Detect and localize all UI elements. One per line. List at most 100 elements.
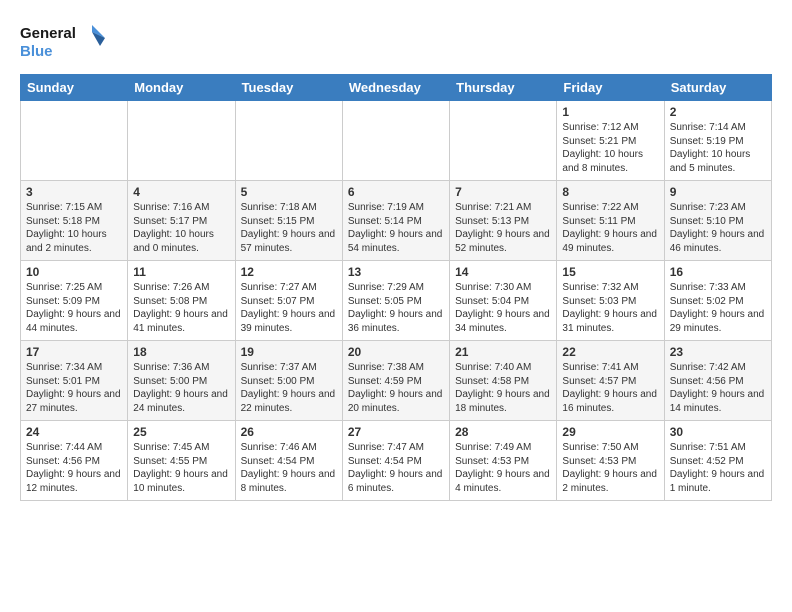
calendar-week-4: 17 Sunrise: 7:34 AM Sunset: 5:01 PM Dayli… xyxy=(21,341,772,421)
day-number: 25 xyxy=(133,425,229,439)
calendar-cell: 21 Sunrise: 7:40 AM Sunset: 4:58 PM Dayli… xyxy=(450,341,557,421)
day-info: Sunrise: 7:36 AM Sunset: 5:00 PM Dayligh… xyxy=(133,361,229,415)
calendar-cell: 11 Sunrise: 7:26 AM Sunset: 5:08 PM Dayli… xyxy=(128,261,235,341)
calendar-cell: 27 Sunrise: 7:47 AM Sunset: 4:54 PM Dayli… xyxy=(342,421,449,501)
day-info: Sunrise: 7:18 AM Sunset: 5:15 PM Dayligh… xyxy=(241,201,337,255)
day-number: 3 xyxy=(26,185,122,199)
weekday-header-thursday: Thursday xyxy=(450,75,557,101)
day-number: 16 xyxy=(670,265,766,279)
day-number: 6 xyxy=(348,185,444,199)
day-number: 8 xyxy=(562,185,658,199)
weekday-header-friday: Friday xyxy=(557,75,664,101)
calendar-cell: 8 Sunrise: 7:22 AM Sunset: 5:11 PM Daylig… xyxy=(557,181,664,261)
weekday-header-row: SundayMondayTuesdayWednesdayThursdayFrid… xyxy=(21,75,772,101)
day-number: 15 xyxy=(562,265,658,279)
day-info: Sunrise: 7:14 AM Sunset: 5:19 PM Dayligh… xyxy=(670,121,766,175)
day-number: 9 xyxy=(670,185,766,199)
day-number: 19 xyxy=(241,345,337,359)
calendar-cell: 9 Sunrise: 7:23 AM Sunset: 5:10 PM Daylig… xyxy=(664,181,771,261)
svg-text:Blue: Blue xyxy=(20,43,53,60)
calendar-cell: 1 Sunrise: 7:12 AM Sunset: 5:21 PM Daylig… xyxy=(557,101,664,181)
day-info: Sunrise: 7:49 AM Sunset: 4:53 PM Dayligh… xyxy=(455,441,551,495)
weekday-header-sunday: Sunday xyxy=(21,75,128,101)
day-number: 21 xyxy=(455,345,551,359)
calendar-cell xyxy=(235,101,342,181)
day-info: Sunrise: 7:25 AM Sunset: 5:09 PM Dayligh… xyxy=(26,281,122,335)
day-info: Sunrise: 7:42 AM Sunset: 4:56 PM Dayligh… xyxy=(670,361,766,415)
calendar-cell: 4 Sunrise: 7:16 AM Sunset: 5:17 PM Daylig… xyxy=(128,181,235,261)
day-info: Sunrise: 7:27 AM Sunset: 5:07 PM Dayligh… xyxy=(241,281,337,335)
day-info: Sunrise: 7:33 AM Sunset: 5:02 PM Dayligh… xyxy=(670,281,766,335)
day-info: Sunrise: 7:34 AM Sunset: 5:01 PM Dayligh… xyxy=(26,361,122,415)
calendar-cell: 23 Sunrise: 7:42 AM Sunset: 4:56 PM Dayli… xyxy=(664,341,771,421)
calendar-cell: 13Sunrise: 7:29 AM Sunset: 5:05 PM Dayli… xyxy=(342,261,449,341)
calendar-cell: 26Sunrise: 7:46 AM Sunset: 4:54 PM Dayli… xyxy=(235,421,342,501)
calendar-week-3: 10 Sunrise: 7:25 AM Sunset: 5:09 PM Dayli… xyxy=(21,261,772,341)
day-info: Sunrise: 7:44 AM Sunset: 4:56 PM Dayligh… xyxy=(26,441,122,495)
day-info: Sunrise: 7:41 AM Sunset: 4:57 PM Dayligh… xyxy=(562,361,658,415)
day-info: Sunrise: 7:45 AM Sunset: 4:55 PM Dayligh… xyxy=(133,441,229,495)
day-info: Sunrise: 7:26 AM Sunset: 5:08 PM Dayligh… xyxy=(133,281,229,335)
day-info: Sunrise: 7:38 AM Sunset: 4:59 PM Dayligh… xyxy=(348,361,444,415)
weekday-header-saturday: Saturday xyxy=(664,75,771,101)
day-number: 23 xyxy=(670,345,766,359)
day-info: Sunrise: 7:22 AM Sunset: 5:11 PM Dayligh… xyxy=(562,201,658,255)
day-number: 22 xyxy=(562,345,658,359)
day-info: Sunrise: 7:51 AM Sunset: 4:52 PM Dayligh… xyxy=(670,441,766,495)
header: GeneralBlue xyxy=(20,20,772,64)
logo: GeneralBlue xyxy=(20,20,110,64)
page: GeneralBlue SundayMondayTuesdayWednesday… xyxy=(0,0,792,511)
calendar-cell: 22 Sunrise: 7:41 AM Sunset: 4:57 PM Dayli… xyxy=(557,341,664,421)
day-info: Sunrise: 7:16 AM Sunset: 5:17 PM Dayligh… xyxy=(133,201,229,255)
logo-svg: GeneralBlue xyxy=(20,20,110,64)
calendar-cell: 6 Sunrise: 7:19 AM Sunset: 5:14 PM Daylig… xyxy=(342,181,449,261)
day-number: 11 xyxy=(133,265,229,279)
calendar-cell: 5 Sunrise: 7:18 AM Sunset: 5:15 PM Daylig… xyxy=(235,181,342,261)
day-number: 14 xyxy=(455,265,551,279)
day-number: 7 xyxy=(455,185,551,199)
calendar-cell: 16 Sunrise: 7:33 AM Sunset: 5:02 PM Dayli… xyxy=(664,261,771,341)
calendar-cell: 20 Sunrise: 7:38 AM Sunset: 4:59 PM Dayli… xyxy=(342,341,449,421)
day-info: Sunrise: 7:12 AM Sunset: 5:21 PM Dayligh… xyxy=(562,121,658,175)
day-info: Sunrise: 7:50 AM Sunset: 4:53 PM Dayligh… xyxy=(562,441,658,495)
day-number: 13 xyxy=(348,265,444,279)
calendar-cell: 15 Sunrise: 7:32 AM Sunset: 5:03 PM Dayli… xyxy=(557,261,664,341)
svg-text:General: General xyxy=(20,25,76,42)
calendar-cell xyxy=(342,101,449,181)
calendar-cell xyxy=(450,101,557,181)
calendar-week-1: 1 Sunrise: 7:12 AM Sunset: 5:21 PM Daylig… xyxy=(21,101,772,181)
day-number: 5 xyxy=(241,185,337,199)
calendar-cell: 19 Sunrise: 7:37 AM Sunset: 5:00 PM Dayli… xyxy=(235,341,342,421)
calendar-cell: 3 Sunrise: 7:15 AM Sunset: 5:18 PM Daylig… xyxy=(21,181,128,261)
day-number: 4 xyxy=(133,185,229,199)
day-info: Sunrise: 7:21 AM Sunset: 5:13 PM Dayligh… xyxy=(455,201,551,255)
day-number: 17 xyxy=(26,345,122,359)
day-number: 27 xyxy=(348,425,444,439)
calendar-cell: 25 Sunrise: 7:45 AM Sunset: 4:55 PM Dayli… xyxy=(128,421,235,501)
day-number: 20 xyxy=(348,345,444,359)
day-number: 30 xyxy=(670,425,766,439)
calendar-cell: 17 Sunrise: 7:34 AM Sunset: 5:01 PM Dayli… xyxy=(21,341,128,421)
calendar-cell: 18 Sunrise: 7:36 AM Sunset: 5:00 PM Dayli… xyxy=(128,341,235,421)
day-number: 18 xyxy=(133,345,229,359)
day-number: 10 xyxy=(26,265,122,279)
calendar-cell: 12Sunrise: 7:27 AM Sunset: 5:07 PM Dayli… xyxy=(235,261,342,341)
day-info: Sunrise: 7:23 AM Sunset: 5:10 PM Dayligh… xyxy=(670,201,766,255)
day-number: 1 xyxy=(562,105,658,119)
day-info: Sunrise: 7:47 AM Sunset: 4:54 PM Dayligh… xyxy=(348,441,444,495)
day-number: 29 xyxy=(562,425,658,439)
day-info: Sunrise: 7:32 AM Sunset: 5:03 PM Dayligh… xyxy=(562,281,658,335)
day-number: 24 xyxy=(26,425,122,439)
calendar-week-2: 3 Sunrise: 7:15 AM Sunset: 5:18 PM Daylig… xyxy=(21,181,772,261)
day-info: Sunrise: 7:30 AM Sunset: 5:04 PM Dayligh… xyxy=(455,281,551,335)
day-info: Sunrise: 7:40 AM Sunset: 4:58 PM Dayligh… xyxy=(455,361,551,415)
day-info: Sunrise: 7:37 AM Sunset: 5:00 PM Dayligh… xyxy=(241,361,337,415)
day-number: 28 xyxy=(455,425,551,439)
calendar-cell: 14 Sunrise: 7:30 AM Sunset: 5:04 PM Dayli… xyxy=(450,261,557,341)
calendar-cell: 24 Sunrise: 7:44 AM Sunset: 4:56 PM Dayli… xyxy=(21,421,128,501)
calendar-table: SundayMondayTuesdayWednesdayThursdayFrid… xyxy=(20,74,772,501)
calendar-cell: 7 Sunrise: 7:21 AM Sunset: 5:13 PM Daylig… xyxy=(450,181,557,261)
day-info: Sunrise: 7:19 AM Sunset: 5:14 PM Dayligh… xyxy=(348,201,444,255)
day-info: Sunrise: 7:15 AM Sunset: 5:18 PM Dayligh… xyxy=(26,201,122,255)
weekday-header-tuesday: Tuesday xyxy=(235,75,342,101)
